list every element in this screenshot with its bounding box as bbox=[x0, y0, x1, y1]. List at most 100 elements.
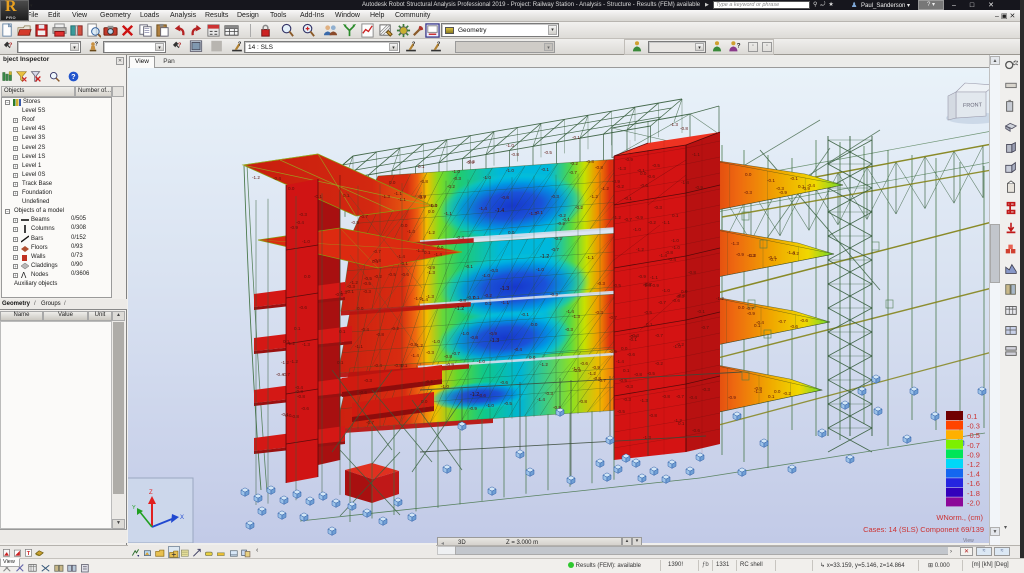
svg-text:?: ? bbox=[412, 42, 416, 48]
svg-text:-1.1: -1.1 bbox=[650, 275, 658, 280]
svg-text:-0.2: -0.2 bbox=[374, 274, 382, 279]
svg-text:0.1: 0.1 bbox=[623, 368, 630, 373]
svg-text:-1.0: -1.0 bbox=[452, 169, 460, 174]
svg-text:-0.9: -0.9 bbox=[351, 220, 359, 225]
svg-text:-0.7: -0.7 bbox=[967, 441, 980, 450]
svg-text:-0.3: -0.3 bbox=[748, 253, 756, 258]
svg-text:-0.8: -0.8 bbox=[376, 332, 384, 337]
svg-text:-0.2: -0.2 bbox=[447, 184, 455, 189]
svg-text:-1.2: -1.2 bbox=[540, 254, 549, 260]
svg-text:-0.5: -0.5 bbox=[619, 378, 627, 383]
svg-text:-1.0: -1.0 bbox=[506, 168, 514, 173]
svg-text:-1.2: -1.2 bbox=[601, 186, 609, 191]
svg-text:-0.1: -0.1 bbox=[400, 261, 408, 266]
svg-text:-0.7: -0.7 bbox=[366, 420, 374, 425]
svg-text:-1.0: -1.0 bbox=[483, 175, 491, 180]
svg-text:-0.9: -0.9 bbox=[553, 405, 561, 410]
svg-text:0.0: 0.0 bbox=[531, 322, 538, 327]
svg-text:-0.6: -0.6 bbox=[301, 406, 309, 411]
svg-text:-1.4: -1.4 bbox=[420, 297, 428, 302]
svg-text:-0.1: -0.1 bbox=[624, 196, 632, 201]
svg-text:-1.4: -1.4 bbox=[479, 206, 487, 211]
svg-text:-0.1: -0.1 bbox=[637, 168, 645, 173]
svg-text:-0.8: -0.8 bbox=[665, 250, 673, 255]
svg-text:-0.9: -0.9 bbox=[446, 362, 454, 367]
svg-text:-0.8: -0.8 bbox=[649, 413, 657, 418]
svg-text:-1.2: -1.2 bbox=[415, 343, 423, 348]
svg-text:-0.7: -0.7 bbox=[598, 378, 606, 383]
svg-text:-0.4: -0.4 bbox=[756, 320, 764, 325]
svg-text:-0.5: -0.5 bbox=[609, 349, 617, 354]
svg-text:-0.5: -0.5 bbox=[613, 283, 621, 288]
svg-text:0.1: 0.1 bbox=[418, 164, 425, 169]
svg-text:-1.0: -1.0 bbox=[477, 359, 485, 364]
svg-text:-0.6: -0.6 bbox=[359, 390, 367, 395]
svg-text:0.0: 0.0 bbox=[745, 172, 752, 177]
svg-text:-0.1: -0.1 bbox=[465, 264, 473, 269]
svg-text:X: X bbox=[180, 515, 184, 521]
svg-text:-0.3: -0.3 bbox=[631, 333, 639, 338]
svg-text:-1.1: -1.1 bbox=[662, 220, 670, 225]
svg-text:-0.9: -0.9 bbox=[625, 157, 633, 162]
svg-text:-0.3: -0.3 bbox=[490, 268, 498, 273]
svg-text:-0.2: -0.2 bbox=[425, 379, 433, 384]
svg-text:-0.9: -0.9 bbox=[290, 225, 298, 230]
svg-text:-0.3: -0.3 bbox=[551, 194, 559, 199]
svg-text:-1.0: -1.0 bbox=[441, 384, 449, 389]
svg-text:-0.8: -0.8 bbox=[297, 394, 305, 399]
svg-text:-0.3: -0.3 bbox=[625, 384, 633, 389]
svg-text:-0.3: -0.3 bbox=[565, 327, 573, 332]
svg-text:Y: Y bbox=[132, 505, 136, 511]
svg-text:-1.1: -1.1 bbox=[692, 152, 700, 157]
svg-text:-1.0: -1.0 bbox=[536, 267, 544, 272]
svg-text:-0.5: -0.5 bbox=[967, 431, 980, 440]
svg-text:-0.4: -0.4 bbox=[514, 347, 522, 352]
svg-text:-1.1: -1.1 bbox=[586, 255, 594, 260]
svg-text:-0.8: -0.8 bbox=[680, 126, 688, 131]
svg-text:-1.4: -1.4 bbox=[429, 203, 437, 208]
svg-text:-1.0: -1.0 bbox=[461, 331, 469, 336]
svg-text:-0.8: -0.8 bbox=[501, 195, 509, 200]
svg-text:-0.7: -0.7 bbox=[418, 195, 426, 200]
svg-text:-0.4: -0.4 bbox=[296, 220, 304, 225]
svg-text:-1.4: -1.4 bbox=[397, 254, 405, 259]
svg-text:-0.5: -0.5 bbox=[617, 409, 625, 414]
svg-text:-1.3: -1.3 bbox=[490, 338, 499, 344]
svg-text:0.1: 0.1 bbox=[343, 193, 350, 198]
svg-text:-1.2: -1.2 bbox=[427, 230, 435, 235]
svg-text:-1.2: -1.2 bbox=[636, 247, 644, 252]
svg-text:-0.8: -0.8 bbox=[470, 335, 478, 340]
svg-text:-0.1: -0.1 bbox=[314, 194, 322, 199]
svg-text:-0.9: -0.9 bbox=[638, 274, 646, 279]
svg-text:?: ? bbox=[737, 42, 741, 49]
svg-text:-1.3: -1.3 bbox=[731, 241, 739, 246]
svg-text:-0.9: -0.9 bbox=[592, 365, 600, 370]
svg-text:-1.3: -1.3 bbox=[754, 389, 762, 394]
svg-text:-0.4: -0.4 bbox=[456, 235, 464, 240]
svg-text:?: ? bbox=[238, 42, 242, 48]
svg-text:0.0: 0.0 bbox=[288, 186, 295, 191]
svg-text:-0.5: -0.5 bbox=[544, 150, 552, 155]
svg-text:-0.4: -0.4 bbox=[689, 395, 697, 400]
svg-text:-1.4: -1.4 bbox=[537, 397, 545, 402]
svg-text:-0.5: -0.5 bbox=[363, 281, 371, 286]
svg-text:-1.4: -1.4 bbox=[495, 208, 504, 214]
svg-text:-0.7: -0.7 bbox=[467, 295, 475, 300]
svg-text:-0.7: -0.7 bbox=[701, 325, 709, 330]
svg-text:-1.2: -1.2 bbox=[716, 296, 724, 301]
svg-text:-1.0: -1.0 bbox=[633, 227, 641, 232]
svg-text:-1.0: -1.0 bbox=[506, 143, 514, 148]
svg-text:-0.6: -0.6 bbox=[299, 305, 307, 310]
svg-text:Cases: 14 (SLS) Component 69/1: Cases: 14 (SLS) Component 69/139 bbox=[863, 525, 984, 534]
svg-text:-0.7: -0.7 bbox=[658, 300, 666, 305]
svg-text:-0.1: -0.1 bbox=[281, 412, 289, 417]
svg-text:0.0: 0.0 bbox=[529, 355, 536, 360]
svg-text:-1.6: -1.6 bbox=[967, 479, 980, 488]
svg-text:-1.3: -1.3 bbox=[572, 314, 580, 319]
svg-text:-0.8: -0.8 bbox=[662, 394, 670, 399]
svg-text:-0.7: -0.7 bbox=[769, 257, 777, 262]
svg-text:-1.2: -1.2 bbox=[613, 215, 621, 220]
svg-text:-1.0: -1.0 bbox=[672, 245, 680, 250]
svg-text:-1.3: -1.3 bbox=[416, 248, 424, 253]
svg-text:-1.4: -1.4 bbox=[681, 180, 689, 185]
